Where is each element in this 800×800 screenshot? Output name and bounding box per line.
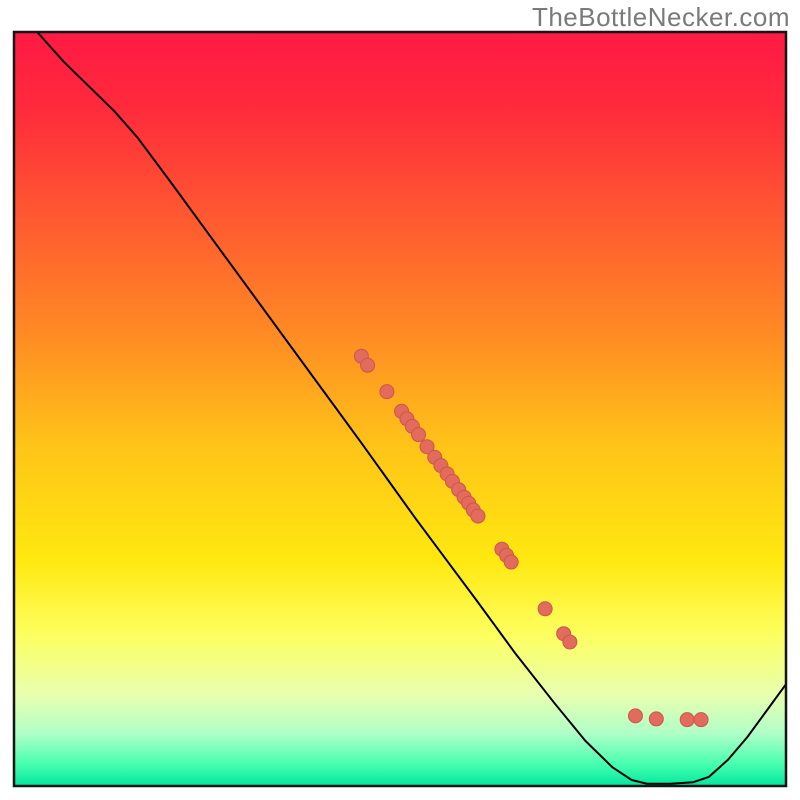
bottleneck-chart <box>0 0 800 800</box>
scatter-point <box>504 555 518 569</box>
scatter-point <box>649 712 663 726</box>
scatter-point <box>628 709 642 723</box>
scatter-point <box>680 713 694 727</box>
scatter-point <box>380 385 394 399</box>
scatter-point <box>694 713 708 727</box>
watermark-text: TheBottleNecker.com <box>532 2 790 33</box>
chart-container: TheBottleNecker.com <box>0 0 800 800</box>
scatter-point <box>538 602 552 616</box>
scatter-point <box>471 509 485 523</box>
scatter-point <box>361 358 375 372</box>
scatter-point <box>412 428 426 442</box>
scatter-point <box>563 635 577 649</box>
